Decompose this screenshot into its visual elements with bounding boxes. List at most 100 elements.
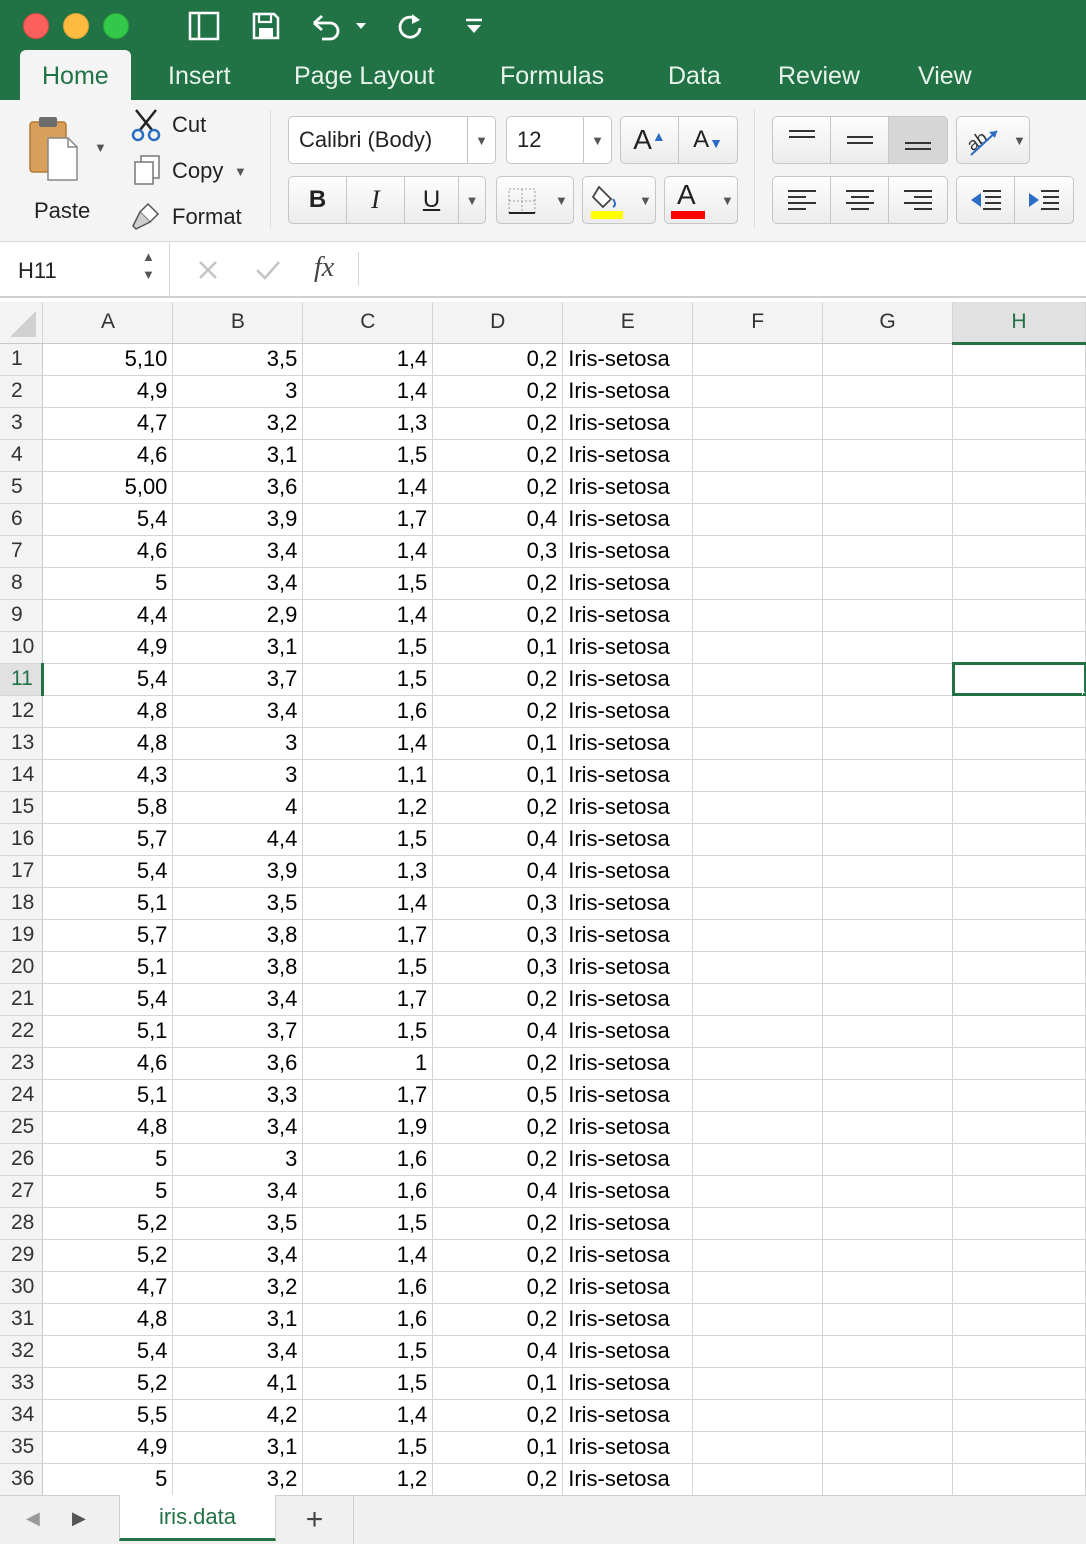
cell-f12[interactable] [692,695,824,728]
minimize-window-button[interactable] [63,13,89,39]
cell-d15[interactable]: 0,2 [432,791,564,824]
cell-c23[interactable]: 1 [302,1047,434,1080]
cell-a36[interactable]: 5 [42,1463,174,1495]
cell-e5[interactable]: Iris-setosa [562,471,694,504]
column-header-h[interactable]: H [952,302,1086,345]
cell-c8[interactable]: 1,5 [302,567,434,600]
cell-d6[interactable]: 0,4 [432,503,564,536]
cell-b31[interactable]: 3,1 [172,1303,304,1336]
cell-b28[interactable]: 3,5 [172,1207,304,1240]
column-header-f[interactable]: F [692,302,824,344]
cell-d13[interactable]: 0,1 [432,727,564,760]
cell-a34[interactable]: 5,5 [42,1399,174,1432]
cell-g10[interactable] [822,631,954,664]
cell-c16[interactable]: 1,5 [302,823,434,856]
cell-f21[interactable] [692,983,824,1016]
cell-b25[interactable]: 3,4 [172,1111,304,1144]
cell-d9[interactable]: 0,2 [432,599,564,632]
add-sheet-button[interactable]: + [276,1496,354,1544]
cell-f13[interactable] [692,727,824,760]
cell-a19[interactable]: 5,7 [42,919,174,952]
column-header-c[interactable]: C [302,302,434,344]
cell-h4[interactable] [952,439,1086,472]
underline-dropdown-icon[interactable]: ▼ [459,177,485,223]
cell-f18[interactable] [692,887,824,920]
cell-f35[interactable] [692,1431,824,1464]
row-header[interactable]: 34 [0,1399,44,1432]
column-header-g[interactable]: G [822,302,954,344]
font-color-button[interactable]: A ▼ [664,176,738,224]
cell-a25[interactable]: 4,8 [42,1111,174,1144]
cell-e13[interactable]: Iris-setosa [562,727,694,760]
cell-g15[interactable] [822,791,954,824]
cell-g25[interactable] [822,1111,954,1144]
cell-h29[interactable] [952,1239,1086,1272]
cell-e14[interactable]: Iris-setosa [562,759,694,792]
cell-h34[interactable] [952,1399,1086,1432]
cell-e3[interactable]: Iris-setosa [562,407,694,440]
cell-g31[interactable] [822,1303,954,1336]
cell-f26[interactable] [692,1143,824,1176]
cell-h36[interactable] [952,1463,1086,1495]
cell-c20[interactable]: 1,5 [302,951,434,984]
align-top-button[interactable] [773,117,831,163]
cell-g26[interactable] [822,1143,954,1176]
cell-e32[interactable]: Iris-setosa [562,1335,694,1368]
cell-g30[interactable] [822,1271,954,1304]
cell-f1[interactable] [692,343,824,376]
cell-d35[interactable]: 0,1 [432,1431,564,1464]
cell-h9[interactable] [952,599,1086,632]
cell-h28[interactable] [952,1207,1086,1240]
cell-g6[interactable] [822,503,954,536]
customize-icon[interactable] [456,8,492,44]
cell-e23[interactable]: Iris-setosa [562,1047,694,1080]
column-header-a[interactable]: A [42,302,174,344]
cell-a27[interactable]: 5 [42,1175,174,1208]
row-header[interactable]: 19 [0,919,44,952]
cell-d8[interactable]: 0,2 [432,567,564,600]
cell-a13[interactable]: 4,8 [42,727,174,760]
cell-f23[interactable] [692,1047,824,1080]
orientation-button[interactable]: ab ▼ [956,116,1030,164]
borders-button[interactable]: ▼ [496,176,574,224]
sidebar-icon[interactable] [186,8,222,44]
cell-b20[interactable]: 3,8 [172,951,304,984]
cell-c4[interactable]: 1,5 [302,439,434,472]
cell-g29[interactable] [822,1239,954,1272]
cell-a23[interactable]: 4,6 [42,1047,174,1080]
cell-c31[interactable]: 1,6 [302,1303,434,1336]
cell-c25[interactable]: 1,9 [302,1111,434,1144]
cell-e24[interactable]: Iris-setosa [562,1079,694,1112]
cell-d28[interactable]: 0,2 [432,1207,564,1240]
cell-g33[interactable] [822,1367,954,1400]
cell-c18[interactable]: 1,4 [302,887,434,920]
cell-a4[interactable]: 4,6 [42,439,174,472]
cell-e27[interactable]: Iris-setosa [562,1175,694,1208]
row-header[interactable]: 2 [0,375,44,408]
row-header[interactable]: 20 [0,951,44,984]
cell-b6[interactable]: 3,9 [172,503,304,536]
cell-b8[interactable]: 3,4 [172,567,304,600]
cell-f10[interactable] [692,631,824,664]
cell-h14[interactable] [952,759,1086,792]
cell-f27[interactable] [692,1175,824,1208]
cell-e2[interactable]: Iris-setosa [562,375,694,408]
scroll-right-icon[interactable]: ▶ [72,1508,86,1529]
cell-g5[interactable] [822,471,954,504]
cell-h17[interactable] [952,855,1086,888]
tab-formulas[interactable]: Formulas [500,50,604,100]
cell-f2[interactable] [692,375,824,408]
cell-f7[interactable] [692,535,824,568]
cell-e15[interactable]: Iris-setosa [562,791,694,824]
cell-c14[interactable]: 1,1 [302,759,434,792]
cell-a32[interactable]: 5,4 [42,1335,174,1368]
cell-c17[interactable]: 1,3 [302,855,434,888]
cell-h22[interactable] [952,1015,1086,1048]
cell-e11[interactable]: Iris-setosa [562,663,694,696]
cell-b12[interactable]: 3,4 [172,695,304,728]
cell-h25[interactable] [952,1111,1086,1144]
cell-a6[interactable]: 5,4 [42,503,174,536]
cell-g14[interactable] [822,759,954,792]
cell-d21[interactable]: 0,2 [432,983,564,1016]
row-header[interactable]: 9 [0,599,44,632]
